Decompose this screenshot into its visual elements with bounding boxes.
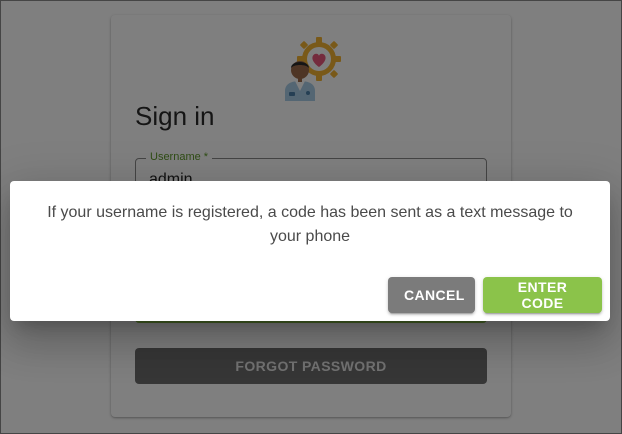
verification-dialog: If your username is registered, a code h… [10,181,610,321]
enter-code-button[interactable]: ENTER CODE [483,277,602,313]
cancel-button[interactable]: CANCEL [388,277,475,313]
dialog-actions: CANCEL ENTER CODE [388,277,602,313]
dialog-message: If your username is registered, a code h… [47,204,573,245]
